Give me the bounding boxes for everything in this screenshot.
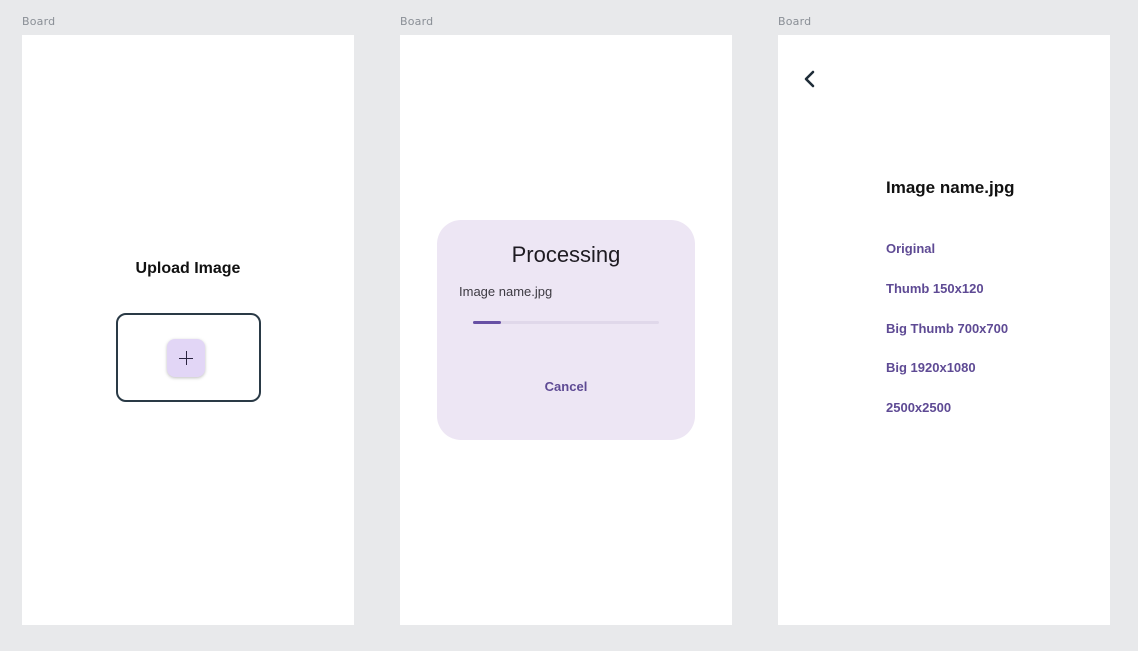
board-label: Board (22, 15, 56, 28)
processing-dialog: Processing Image name.jpg Cancel (437, 220, 695, 440)
upload-dropzone[interactable] (116, 313, 261, 402)
progress-bar (473, 321, 659, 324)
upload-title: Upload Image (135, 260, 241, 277)
board-label: Board (400, 15, 434, 28)
size-option-big[interactable]: Big 1920x1080 (886, 360, 1008, 400)
progress-bar-fill (473, 321, 501, 324)
design-canvas: Board Upload Image Board Processing Imag… (0, 0, 1138, 651)
size-option-thumb[interactable]: Thumb 150x120 (886, 281, 1008, 321)
file-title: Image name.jpg (886, 178, 1015, 197)
add-image-button[interactable] (167, 339, 205, 377)
size-options-list: Original Thumb 150x120 Big Thumb 700x700… (886, 241, 1008, 440)
size-option-big-thumb[interactable]: Big Thumb 700x700 (886, 321, 1008, 361)
plus-icon (179, 351, 193, 365)
board-result: Image name.jpg Original Thumb 150x120 Bi… (778, 35, 1110, 625)
size-option-original[interactable]: Original (886, 241, 1008, 281)
chevron-left-icon (804, 70, 815, 88)
dialog-file-name: Image name.jpg (459, 284, 553, 299)
board-upload: Upload Image (22, 35, 354, 625)
cancel-button[interactable]: Cancel (526, 376, 606, 398)
dialog-title: Processing (511, 242, 621, 267)
back-button[interactable] (798, 67, 822, 91)
board-label: Board (778, 15, 812, 28)
board-processing: Processing Image name.jpg Cancel (400, 35, 732, 625)
size-option-2500[interactable]: 2500x2500 (886, 400, 1008, 440)
